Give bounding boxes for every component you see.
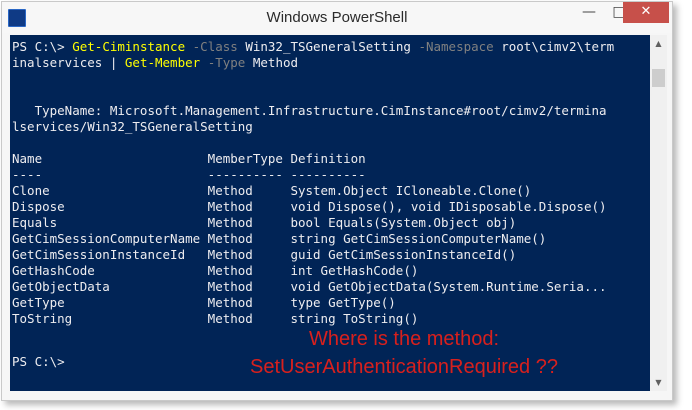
- pipe-symbol: |: [109, 55, 118, 70]
- arg-class: Win32_TSGeneralSetting: [245, 39, 411, 54]
- table-separator: ---- ---------- ----------: [12, 167, 366, 182]
- powershell-window: Windows PowerShell — □ ✕ PS C:\> Get-Cim…: [1, 1, 673, 401]
- minimize-icon[interactable]: —: [575, 2, 603, 24]
- table-row: GetHashCode Method int GetHashCode(): [12, 263, 419, 278]
- arg-namespace-part1: root\cimv2\term: [501, 39, 615, 54]
- table-row: Dispose Method void Dispose(), void IDis…: [12, 199, 607, 214]
- scroll-up-icon[interactable]: ▲: [650, 35, 667, 52]
- annotation-line-1: Where is the method:: [308, 328, 500, 350]
- arg-namespace-part2: inalservices: [12, 55, 103, 70]
- window-title: Windows PowerShell: [266, 9, 408, 26]
- table-row: GetObjectData Method void GetObjectData(…: [12, 279, 607, 294]
- param-namespace: -Namespace: [418, 39, 494, 54]
- title-bar[interactable]: Windows PowerShell — □ ✕: [2, 2, 672, 33]
- table-row: Clone Method System.Object ICloneable.Cl…: [12, 183, 532, 198]
- typename-line-1: TypeName: Microsoft.Management.Infrastru…: [12, 103, 607, 118]
- table-row: GetType Method type GetType(): [12, 295, 396, 310]
- prompt: PS C:\>: [12, 39, 73, 54]
- param-class: -Class: [192, 39, 238, 54]
- typename-line-2: lservices/Win32_TSGeneralSetting: [12, 119, 253, 134]
- cmdlet-get-ciminstance: Get-Ciminstance: [72, 39, 186, 54]
- scroll-down-icon[interactable]: ▼: [650, 374, 667, 391]
- command-line-2: inalservices | Get-Member -Type Method: [12, 55, 298, 71]
- close-icon[interactable]: ✕: [623, 2, 669, 23]
- annotation-line-2: SetUserAuthenticationRequired ??: [250, 356, 558, 378]
- console-output[interactable]: PS C:\> Get-Ciminstance -Class Win32_TSG…: [10, 35, 650, 391]
- arg-type: Method: [252, 55, 299, 70]
- table-header: Name MemberType Definition: [12, 151, 366, 166]
- table-row: ToString Method string ToString(): [12, 311, 419, 326]
- command-line-1: PS C:\> Get-Ciminstance -Class Win32_TSG…: [12, 39, 614, 55]
- table-row: GetCimSessionComputerName Method string …: [12, 231, 547, 246]
- prompt-line: PS C:\>: [12, 354, 65, 369]
- vertical-scrollbar[interactable]: ▲ ▼: [650, 35, 667, 391]
- scroll-thumb[interactable]: [652, 69, 665, 87]
- param-type: -Type: [207, 55, 246, 70]
- table-row: GetCimSessionInstanceId Method guid GetC…: [12, 247, 517, 262]
- cmdlet-get-member: Get-Member: [124, 55, 201, 70]
- table-row: Equals Method bool Equals(System.Object …: [12, 215, 517, 230]
